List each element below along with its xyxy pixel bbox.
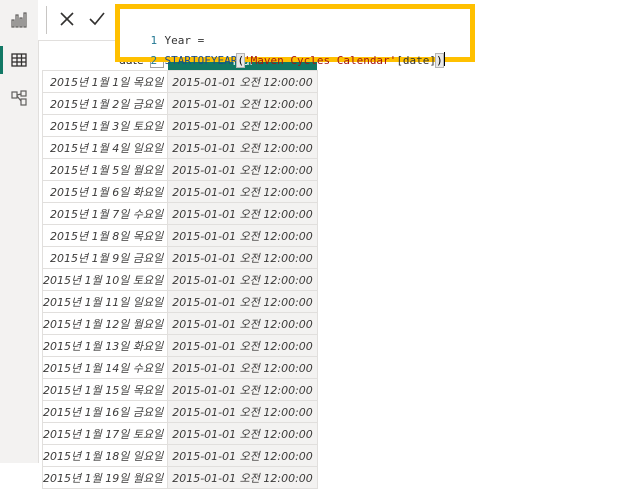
cell-year[interactable]: 2015-01-01 오전 12:00:00	[167, 334, 318, 357]
cell-date[interactable]: 2015년 1월 17일 토요일	[41, 422, 169, 445]
table-body: 2015년 1월 1일 목요일 2015-01-01 오전 12:00:00 201…	[41, 70, 318, 489]
model-view-button[interactable]	[0, 80, 38, 116]
table-row[interactable]: 2015년 1월 11일 일요일 2015-01-01 오전 12:00:00	[41, 290, 318, 313]
table-row[interactable]: 2015년 1월 7일 수요일 2015-01-01 오전 12:00:00	[41, 202, 318, 225]
cell-year[interactable]: 2015-01-01 오전 12:00:00	[167, 158, 318, 181]
table-row[interactable]: 2015년 1월 15일 목요일 2015-01-01 오전 12:00:00	[41, 378, 318, 401]
cell-date[interactable]: 2015년 1월 4일 일요일	[41, 136, 169, 159]
cell-date[interactable]: 2015년 1월 18일 일요일	[41, 444, 169, 467]
table-row[interactable]: 2015년 1월 3일 토요일 2015-01-01 오전 12:00:00	[41, 114, 318, 137]
cell-year[interactable]: 2015-01-01 오전 12:00:00	[167, 356, 318, 379]
table-row[interactable]: 2015년 1월 8일 목요일 2015-01-01 오전 12:00:00	[41, 224, 318, 247]
dax-formula-editor[interactable]: 1 Year = 2 STARTOFYEAR('Maven Cycles Calen…	[115, 4, 475, 68]
cell-year[interactable]: 2015-01-01 오전 12:00:00	[167, 202, 318, 225]
table-row[interactable]: 2015년 1월 16일 금요일 2015-01-01 오전 12:00:00	[41, 400, 318, 423]
cell-date[interactable]: 2015년 1월 9일 금요일	[41, 246, 169, 269]
cell-date[interactable]: 2015년 1월 10일 토요일	[41, 268, 169, 291]
cell-year[interactable]: 2015-01-01 오전 12:00:00	[167, 312, 318, 335]
cell-year[interactable]: 2015-01-01 오전 12:00:00	[167, 400, 318, 423]
cell-date[interactable]: 2015년 1월 14일 수요일	[41, 356, 169, 379]
cell-date[interactable]: 2015년 1월 19일 월요일	[41, 466, 169, 489]
code-line-1: 1 Year =	[124, 11, 205, 47]
cell-year[interactable]: 2015-01-01 오전 12:00:00	[167, 224, 318, 247]
cell-year[interactable]: 2015-01-01 오전 12:00:00	[167, 466, 318, 489]
cell-date[interactable]: 2015년 1월 15일 목요일	[41, 378, 169, 401]
cancel-formula-button[interactable]	[54, 6, 80, 32]
table-row[interactable]: 2015년 1월 6일 화요일 2015-01-01 오전 12:00:00	[41, 180, 318, 203]
cell-date[interactable]: 2015년 1월 1일 목요일	[41, 70, 169, 93]
paren-close: )	[435, 53, 444, 68]
cell-year[interactable]: 2015-01-01 오전 12:00:00	[167, 70, 318, 93]
cell-year[interactable]: 2015-01-01 오전 12:00:00	[167, 180, 318, 203]
cell-date[interactable]: 2015년 1월 2일 금요일	[41, 92, 169, 115]
data-grid: date Year 2015년 1월 1일 목요일2015-01-01 오전 1…	[41, 52, 318, 489]
cell-year[interactable]: 2015-01-01 오전 12:00:00	[167, 444, 318, 467]
table-row[interactable]: 2015년 1월 9일 금요일 2015-01-01 오전 12:00:00	[41, 246, 318, 269]
cell-date[interactable]: 2015년 1월 7일 수요일	[41, 202, 169, 225]
cell-year[interactable]: 2015-01-01 오전 12:00:00	[167, 290, 318, 313]
model-diagram-icon	[11, 90, 27, 106]
table-row[interactable]: 2015년 1월 1일 목요일 2015-01-01 오전 12:00:00	[41, 70, 318, 93]
line-number-2: 2	[150, 54, 158, 67]
checkmark-icon	[89, 12, 105, 26]
cell-year[interactable]: 2015-01-01 오전 12:00:00	[167, 246, 318, 269]
data-view-button[interactable]	[0, 42, 38, 78]
cell-year[interactable]: 2015-01-01 오전 12:00:00	[167, 268, 318, 291]
table-row[interactable]: 2015년 1월 2일 금요일 2015-01-01 오전 12:00:00	[41, 92, 318, 115]
commit-formula-button[interactable]	[84, 6, 110, 32]
cell-date[interactable]: 2015년 1월 8일 목요일	[41, 224, 169, 247]
table-row[interactable]: 2015년 1월 5일 월요일 2015-01-01 오전 12:00:00	[41, 158, 318, 181]
cell-date[interactable]: 2015년 1월 3일 토요일	[41, 114, 169, 137]
data-table: date Year 2015년 1월 1일 목요일2015-01-01 오전 1…	[41, 52, 318, 489]
cell-date[interactable]: 2015년 1월 5일 월요일	[41, 158, 169, 181]
table-reference: 'Maven Cycles Calendar'	[243, 54, 397, 67]
formula-bar-divider	[46, 6, 47, 34]
cell-year[interactable]: 2015-01-01 오전 12:00:00	[167, 92, 318, 115]
view-rail	[0, 0, 39, 463]
cell-date[interactable]: 2015년 1월 16일 금요일	[41, 400, 169, 423]
function-name: STARTOFYEAR	[164, 54, 238, 67]
cell-date[interactable]: 2015년 1월 12일 월요일	[41, 312, 169, 335]
cell-year[interactable]: 2015-01-01 오전 12:00:00	[167, 114, 318, 137]
cell-year[interactable]: 2015-01-01 오전 12:00:00	[167, 378, 318, 401]
paren-open: (	[236, 53, 245, 68]
table-row[interactable]: 2015년 1월 4일 일요일 2015-01-01 오전 12:00:00	[41, 136, 318, 159]
empty-canvas	[312, 40, 630, 463]
table-row[interactable]: 2015년 1월 10일 토요일 2015-01-01 오전 12:00:00	[41, 268, 318, 291]
table-row[interactable]: 2015년 1월 18일 일요일 2015-01-01 오전 12:00:00	[41, 444, 318, 467]
table-row[interactable]: 2015년 1월 13일 화요일 2015-01-01 오전 12:00:00	[41, 334, 318, 357]
table-row[interactable]: 2015년 1월 14일 수요일 2015-01-01 오전 12:00:00	[41, 356, 318, 379]
bar-chart-icon	[11, 12, 27, 28]
table-row[interactable]: 2015년 1월 19일 월요일 2015-01-01 오전 12:00:00	[41, 466, 318, 489]
cell-date[interactable]: 2015년 1월 6일 화요일	[41, 180, 169, 203]
cell-year[interactable]: 2015-01-01 오전 12:00:00	[167, 136, 318, 159]
report-view-button[interactable]	[0, 2, 38, 38]
cell-date[interactable]: 2015년 1월 13일 화요일	[41, 334, 169, 357]
text-cursor	[443, 52, 445, 66]
cell-date[interactable]: 2015년 1월 11일 일요일	[41, 290, 169, 313]
column-reference: [date]	[396, 54, 437, 67]
table-row[interactable]: 2015년 1월 17일 토요일 2015-01-01 오전 12:00:00	[41, 422, 318, 445]
close-icon	[60, 12, 74, 26]
table-grid-icon	[11, 53, 27, 67]
code-line-2: 2 STARTOFYEAR('Maven Cycles Calendar'[dat…	[124, 31, 445, 68]
table-row[interactable]: 2015년 1월 12일 월요일 2015-01-01 오전 12:00:00	[41, 312, 318, 335]
cell-year[interactable]: 2015-01-01 오전 12:00:00	[167, 422, 318, 445]
